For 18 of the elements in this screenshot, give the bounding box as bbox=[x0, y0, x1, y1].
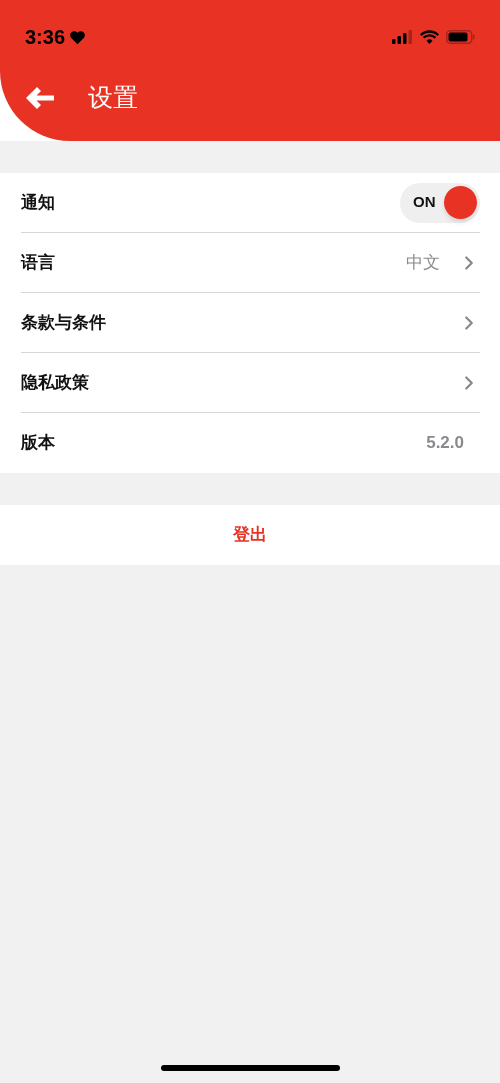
setting-label: 通知 bbox=[21, 191, 56, 214]
setting-value: 中文 bbox=[406, 251, 440, 274]
heart-icon bbox=[69, 29, 87, 45]
toggle-label: ON bbox=[413, 192, 436, 213]
setting-label: 版本 bbox=[21, 431, 56, 454]
wifi-icon bbox=[420, 30, 439, 44]
setting-label: 语言 bbox=[21, 251, 56, 274]
status-time: 3:36 bbox=[25, 25, 66, 50]
page-title: 设置 bbox=[88, 82, 138, 114]
signal-icon bbox=[392, 30, 413, 44]
setting-label: 条款与条件 bbox=[21, 311, 107, 334]
setting-value: 5.2.0 bbox=[426, 431, 464, 454]
back-arrow-icon bbox=[25, 86, 55, 110]
setting-label: 隐私政策 bbox=[21, 371, 90, 394]
battery-icon bbox=[446, 30, 475, 44]
toggle-knob bbox=[444, 186, 477, 219]
notification-toggle[interactable]: ON bbox=[400, 182, 480, 223]
logout-button[interactable]: 登出 bbox=[0, 505, 500, 565]
